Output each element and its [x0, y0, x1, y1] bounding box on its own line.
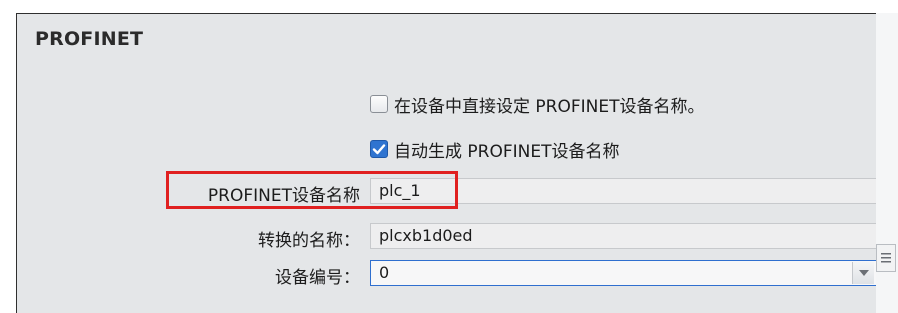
- profinet-name-label: PROFINET设备名称: [207, 186, 360, 206]
- profinet-name-field[interactable]: plc_1: [370, 178, 876, 204]
- chevron-down-icon: [858, 270, 869, 276]
- direct-set-checkbox[interactable]: [370, 95, 388, 113]
- direct-set-label: 在设备中直接设定 PROFINET设备名称。: [394, 96, 705, 117]
- panel-title: PROFINET: [35, 28, 144, 50]
- check-icon: [372, 144, 386, 155]
- device-number-label: 设备编号：: [275, 268, 360, 288]
- auto-generate-option[interactable]: 自动生成 PROFINET设备名称: [370, 138, 620, 162]
- side-panel-handle[interactable]: [876, 244, 896, 272]
- direct-set-option[interactable]: 在设备中直接设定 PROFINET设备名称。: [370, 93, 705, 117]
- auto-generate-label: 自动生成 PROFINET设备名称: [394, 141, 620, 162]
- canvas: PROFINET 在设备中直接设定 PROFINET设备名称。 自动生成 PRO…: [0, 0, 898, 313]
- converted-name-field: plcxb1d0ed: [370, 223, 876, 249]
- converted-name-label: 转换的名称：: [258, 231, 360, 251]
- device-number-dropdown-button[interactable]: [852, 262, 874, 284]
- device-number-select[interactable]: 0: [370, 260, 876, 286]
- auto-generate-checkbox[interactable]: [370, 140, 388, 158]
- menu-lines-icon: [881, 253, 891, 263]
